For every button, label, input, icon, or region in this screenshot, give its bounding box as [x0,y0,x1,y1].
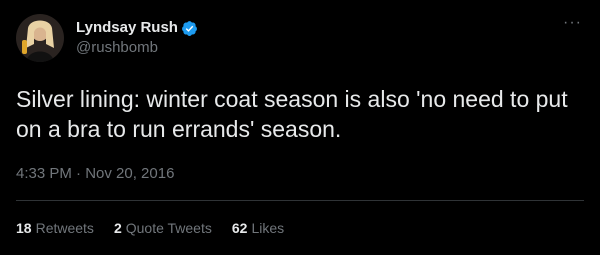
avatar[interactable] [16,14,64,62]
more-options-icon[interactable]: ··· [563,15,582,31]
quote-tweets-label: Quote Tweets [125,220,212,236]
tweet-text: Silver lining: winter coat season is als… [16,86,568,142]
name-row: Lyndsay Rush [76,18,198,38]
tweet-header: Lyndsay Rush @rushbomb [16,14,584,62]
avatar-image [16,14,64,62]
tweet-card: Lyndsay Rush @rushbomb ··· Silver lining… [0,0,600,240]
engagement-stats: 18 Retweets 2 Quote Tweets 62 Likes [16,201,584,255]
likes-stat[interactable]: 62 Likes [232,220,284,236]
quote-tweets-count: 2 [113,220,122,236]
likes-label: Likes [251,220,285,236]
verified-badge-icon [181,20,198,37]
author-names: Lyndsay Rush @rushbomb [76,18,198,58]
retweets-stat[interactable]: 18 Retweets [16,220,94,236]
timestamp[interactable]: 4:33 PM · Nov 20, 2016 [16,164,584,184]
quote-tweets-stat[interactable]: 2 Quote Tweets [114,220,212,236]
handle[interactable]: @rushbomb [76,38,198,58]
retweets-label: Retweets [35,220,94,236]
likes-count: 62 [231,220,248,236]
display-name[interactable]: Lyndsay Rush [76,18,178,38]
retweets-count: 18 [16,220,32,236]
